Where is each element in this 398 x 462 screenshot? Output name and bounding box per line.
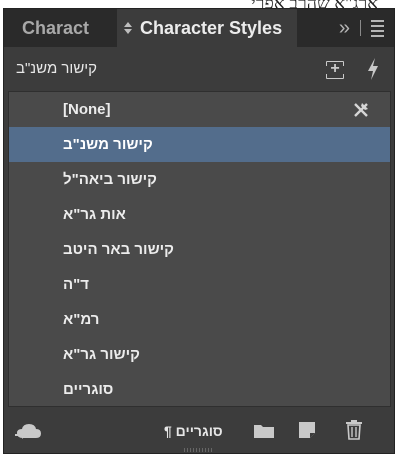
footer-style-name[interactable]: סוגריים ¶ xyxy=(164,423,223,439)
folder-icon[interactable] xyxy=(254,424,274,438)
tab-character-styles-label: Character Styles xyxy=(140,17,283,38)
pen-x-icon xyxy=(354,103,368,117)
character-styles-panel: Charact Character Styles » קישור משנ"ב +… xyxy=(3,8,395,454)
tab-character-label: Charact xyxy=(22,17,90,38)
style-header-row: קישור משנ"ב + xyxy=(4,47,394,91)
list-item-label: קישור ביאה"ל xyxy=(63,171,157,188)
list-item-none[interactable]: [None] xyxy=(9,92,390,127)
list-item-label: קישור משנ"ב xyxy=(63,136,153,153)
separator xyxy=(360,20,361,36)
list-item-label: קישור גר"א xyxy=(63,346,140,363)
panel-tab-bar: Charact Character Styles » xyxy=(4,9,394,47)
list-item-label: סוגריים xyxy=(63,381,114,398)
list-item[interactable]: רמ"א xyxy=(9,302,390,337)
list-item-selected[interactable]: קישור משנ"ב xyxy=(9,127,390,162)
new-group-icon[interactable]: + xyxy=(323,61,347,79)
list-item-label: קישור באר היטב xyxy=(63,241,174,258)
panel-controls: » xyxy=(339,9,384,47)
list-item[interactable]: קישור ביאה"ל xyxy=(9,162,390,197)
lightning-icon[interactable] xyxy=(366,57,380,81)
resize-grip[interactable] xyxy=(184,448,220,452)
list-item[interactable]: אות גר"א xyxy=(9,197,390,232)
list-item[interactable]: קישור באר היטב xyxy=(9,232,390,267)
cloud-icon[interactable] xyxy=(14,421,44,441)
panel-footer: סוגריים ¶ xyxy=(4,409,394,453)
double-chevron-icon[interactable]: » xyxy=(339,17,350,40)
list-item-label: ד"ה xyxy=(63,276,89,293)
new-style-icon[interactable] xyxy=(299,422,315,438)
list-item[interactable]: ד"ה xyxy=(9,267,390,302)
list-item-label: אות גר"א xyxy=(63,206,126,223)
style-list: [None] קישור משנ"ב קישור ביאה"ל אות גר"א… xyxy=(8,91,391,407)
sort-arrows-icon xyxy=(123,22,133,34)
tab-character[interactable]: Charact xyxy=(4,9,117,47)
list-item-label: רמ"א xyxy=(63,311,100,328)
current-style-name: קישור משנ"ב xyxy=(16,60,98,77)
tab-character-styles[interactable]: Character Styles xyxy=(117,9,297,47)
menu-icon[interactable] xyxy=(371,19,384,37)
list-item[interactable]: קישור גר"א xyxy=(9,337,390,372)
trash-icon[interactable] xyxy=(346,420,362,440)
list-item[interactable]: סוגריים xyxy=(9,372,390,406)
list-item-label: [None] xyxy=(63,101,111,118)
